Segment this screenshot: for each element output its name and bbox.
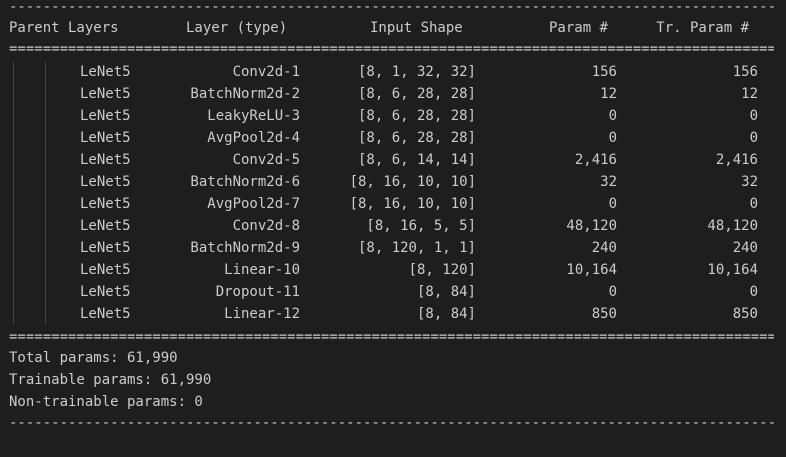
tr-param-cell: 48,120 xyxy=(707,218,758,234)
param-cell: 240 xyxy=(591,240,617,256)
parent-layer-cell: LeNet5 xyxy=(80,64,131,80)
header-param: Param # xyxy=(548,20,608,36)
table-row: LeNet5 BatchNorm2d-2 [8, 6, 28, 28] 12 12 xyxy=(0,83,786,105)
input-shape-cell: [8, 120, 1, 1] xyxy=(357,240,476,256)
layer-type-cell: BatchNorm2d-6 xyxy=(190,174,300,190)
input-shape-cell: [8, 6, 28, 28] xyxy=(357,108,476,124)
tr-param-cell: 240 xyxy=(732,240,758,256)
table-row: LeNet5 LeakyReLU-3 [8, 6, 28, 28] 0 0 xyxy=(0,105,786,127)
header-input-shape: Input Shape xyxy=(370,20,463,36)
parent-layer-cell: LeNet5 xyxy=(80,130,131,146)
layer-type-cell: AvgPool2d-7 xyxy=(207,196,300,212)
input-shape-cell: [8, 16, 10, 10] xyxy=(349,196,476,212)
table-row: LeNet5 AvgPool2d-7 [8, 16, 10, 10] 0 0 xyxy=(0,193,786,215)
table-row: LeNet5 BatchNorm2d-9 [8, 120, 1, 1] 240 240 xyxy=(0,237,786,259)
terminal-output: ----------------------------------------… xyxy=(0,0,786,431)
param-cell: 0 xyxy=(608,196,617,212)
parent-layer-cell: LeNet5 xyxy=(80,152,131,168)
layer-type-cell: BatchNorm2d-9 xyxy=(190,240,300,256)
param-cell: 32 xyxy=(600,174,617,190)
footer-double-rule: ========================================… xyxy=(9,329,774,345)
header-row: Parent Layers Layer (type) Input Shape P… xyxy=(0,17,786,39)
layer-type-cell: Linear-12 xyxy=(224,306,300,322)
tr-param-cell: 850 xyxy=(732,306,758,322)
summary-total: Total params: 61,990 xyxy=(0,347,786,369)
table-row: LeNet5 Conv2d-1 [8, 1, 32, 32] 156 156 xyxy=(0,61,786,83)
input-shape-cell: [8, 120] xyxy=(408,262,476,278)
summary-trainable: Trainable params: 61,990 xyxy=(0,369,786,391)
non-trainable-params-text: Non-trainable params: 0 xyxy=(9,394,203,410)
table-row: LeNet5 Conv2d-8 [8, 16, 5, 5] 48,120 48,120 xyxy=(0,215,786,237)
table-row: LeNet5 AvgPool2d-4 [8, 6, 28, 28] 0 0 xyxy=(0,127,786,149)
input-shape-cell: [8, 84] xyxy=(416,284,476,300)
parent-layer-cell: LeNet5 xyxy=(80,108,131,124)
param-cell: 850 xyxy=(591,306,617,322)
input-shape-cell: [8, 6, 28, 28] xyxy=(357,130,476,146)
param-cell: 12 xyxy=(600,86,617,102)
top-dash-rule: ----------------------------------------… xyxy=(9,0,774,15)
param-cell: 2,416 xyxy=(574,152,617,168)
summary-non-trainable: Non-trainable params: 0 xyxy=(0,391,786,413)
layer-type-cell: Linear-10 xyxy=(224,262,300,278)
param-cell: 0 xyxy=(608,130,617,146)
parent-layer-cell: LeNet5 xyxy=(80,174,131,190)
parent-layer-cell: LeNet5 xyxy=(80,218,131,234)
parent-layer-cell: LeNet5 xyxy=(80,284,131,300)
param-cell: 0 xyxy=(608,108,617,124)
input-shape-cell: [8, 16, 5, 5] xyxy=(366,218,476,234)
layer-type-cell: Conv2d-5 xyxy=(232,152,300,168)
table-row: LeNet5 Dropout-11 [8, 84] 0 0 xyxy=(0,281,786,303)
input-shape-cell: [8, 6, 14, 14] xyxy=(357,152,476,168)
trainable-params-text: Trainable params: 61,990 xyxy=(9,372,212,388)
param-cell: 156 xyxy=(591,64,617,80)
table-row: LeNet5 Linear-10 [8, 120] 10,164 10,164 xyxy=(0,259,786,281)
table-row: LeNet5 Conv2d-5 [8, 6, 14, 14] 2,416 2,416 xyxy=(0,149,786,171)
input-shape-cell: [8, 6, 28, 28] xyxy=(357,86,476,102)
tr-param-cell: 10,164 xyxy=(707,262,758,278)
parent-layer-cell: LeNet5 xyxy=(80,86,131,102)
header-parent-layers: Parent Layers xyxy=(9,20,119,36)
tr-param-cell: 0 xyxy=(749,196,758,212)
layer-type-cell: Conv2d-8 xyxy=(232,218,300,234)
input-shape-cell: [8, 16, 10, 10] xyxy=(349,174,476,190)
tr-param-cell: 0 xyxy=(749,130,758,146)
table-row: LeNet5 BatchNorm2d-6 [8, 16, 10, 10] 32 32 xyxy=(0,171,786,193)
table-row: LeNet5 Linear-12 [8, 84] 850 850 xyxy=(0,303,786,325)
tr-param-cell: 32 xyxy=(741,174,758,190)
layer-type-cell: BatchNorm2d-2 xyxy=(190,86,300,102)
tr-param-cell: 0 xyxy=(749,284,758,300)
parent-layer-cell: LeNet5 xyxy=(80,306,131,322)
parent-layer-cell: LeNet5 xyxy=(80,262,131,278)
input-shape-cell: [8, 1, 32, 32] xyxy=(357,64,476,80)
tr-param-cell: 2,416 xyxy=(715,152,758,168)
layer-type-cell: AvgPool2d-4 xyxy=(207,130,300,146)
header-tr-param: Tr. Param # xyxy=(656,20,749,36)
param-cell: 48,120 xyxy=(566,218,617,234)
tr-param-cell: 156 xyxy=(732,64,758,80)
param-cell: 10,164 xyxy=(566,262,617,278)
param-cell: 0 xyxy=(608,284,617,300)
total-params-text: Total params: 61,990 xyxy=(9,350,178,366)
header-double-rule: ========================================… xyxy=(9,41,774,57)
header-layer-type: Layer (type) xyxy=(186,20,288,36)
parent-layer-cell: LeNet5 xyxy=(80,196,131,212)
parent-layer-cell: LeNet5 xyxy=(80,240,131,256)
input-shape-cell: [8, 84] xyxy=(416,306,476,322)
layer-type-cell: Dropout-11 xyxy=(215,284,300,300)
tr-param-cell: 0 xyxy=(749,108,758,124)
tr-param-cell: 12 xyxy=(741,86,758,102)
layer-type-cell: Conv2d-1 xyxy=(232,64,300,80)
layer-type-cell: LeakyReLU-3 xyxy=(207,108,300,124)
